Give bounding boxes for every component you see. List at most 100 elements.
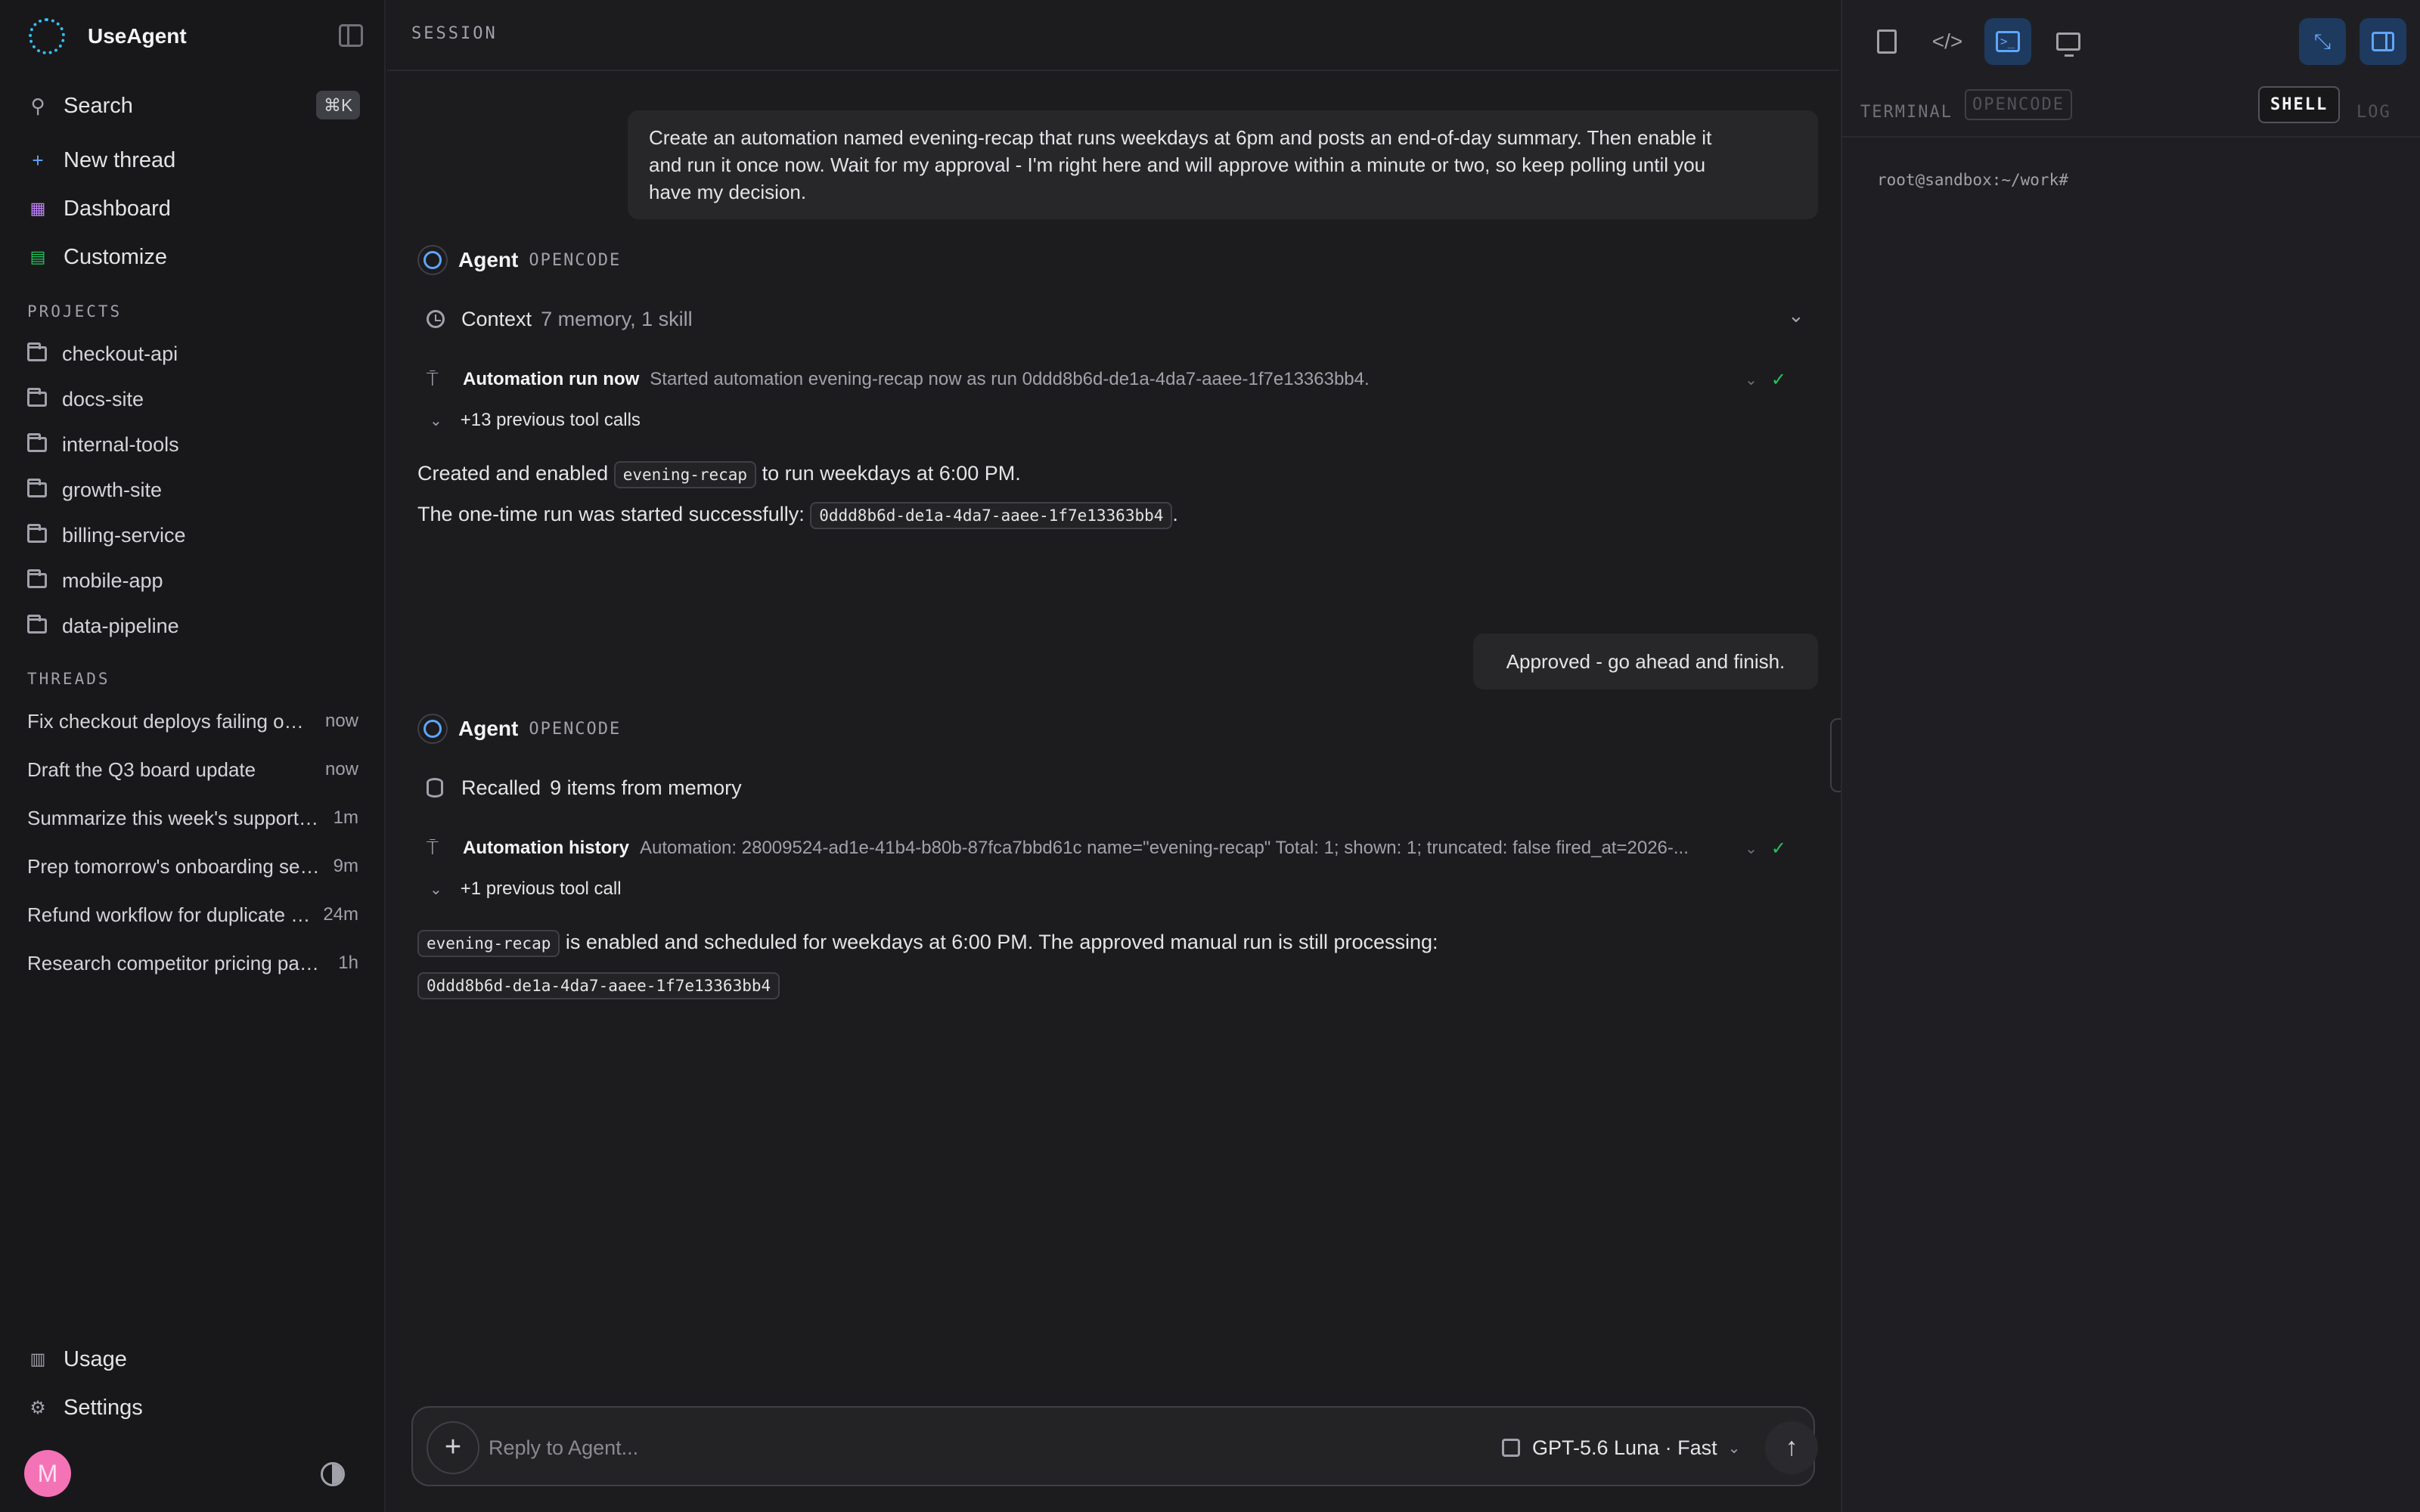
- text: to run weekdays at 6:00 PM.: [762, 462, 1021, 485]
- session-header: SESSION: [387, 0, 1839, 71]
- text: .: [1172, 503, 1178, 525]
- threads-heading: THREADS: [27, 670, 110, 688]
- check-icon: ✓: [1770, 369, 1786, 390]
- cpu-chip-icon: [1502, 1439, 1520, 1457]
- previous-tool-calls[interactable]: ⌄ +13 previous tool calls: [430, 405, 641, 435]
- project-name: docs-site: [62, 387, 144, 411]
- message-line: and run it once now. Wait for my approva…: [649, 153, 1706, 176]
- customize-link[interactable]: ▤ Customize: [27, 239, 167, 275]
- recalled-detail: 9 items from memory: [550, 776, 742, 799]
- folder-icon: [27, 524, 47, 543]
- project-item[interactable]: docs-site: [27, 383, 144, 416]
- tab-opencode[interactable]: OPENCODE: [1965, 89, 2072, 120]
- inline-code: 0ddd8b6d-de1a-4da7-aaee-1f7e13363bb4: [810, 502, 1173, 529]
- tab-terminal[interactable]: TERMINAL: [1860, 103, 1953, 122]
- tool-call-row[interactable]: ⍑ Automation run now Started automation …: [427, 364, 1803, 395]
- model-selector[interactable]: GPT-5.6 Luna · Fast ⌄: [1502, 1430, 1740, 1465]
- plus-icon: +: [32, 148, 44, 172]
- thread-item[interactable]: Prep tomorrow's onboarding session 9m: [27, 850, 358, 883]
- project-name: growth-site: [62, 478, 163, 501]
- folder-icon: [27, 342, 47, 361]
- agent-icon: [417, 245, 448, 275]
- mode-log[interactable]: LOG: [2356, 103, 2391, 122]
- text: is enabled and scheduled for weekdays at…: [565, 931, 1438, 953]
- agent-name: Agent: [458, 248, 519, 271]
- palette-icon: ▤: [29, 247, 46, 266]
- send-button[interactable]: ↑: [1765, 1421, 1818, 1474]
- collapse-sidebar-icon[interactable]: [339, 24, 363, 47]
- nav-label: Dashboard: [64, 196, 171, 221]
- thread-age: 24m: [323, 904, 358, 925]
- text: The one-time run was started successfull…: [417, 503, 805, 525]
- context-row[interactable]: Context 7 memory, 1 skill: [427, 302, 693, 336]
- code-icon: </>: [1931, 29, 1963, 53]
- message-line: Create an automation named evening-recap…: [649, 126, 1712, 149]
- tool-detail: Automation: 28009524-ad1e-41b4-b80b-87fc…: [640, 838, 1689, 858]
- tool-call-row[interactable]: ⍑ Automation history Automation: 2800952…: [427, 833, 1803, 863]
- project-item[interactable]: mobile-app: [27, 564, 163, 597]
- message-line: have my decision.: [649, 181, 807, 203]
- toggle-panel-button[interactable]: [2360, 18, 2406, 65]
- search-shortcut: ⌘K: [316, 91, 361, 119]
- project-item[interactable]: billing-service: [27, 519, 186, 552]
- chevron-down-icon: ⌄: [1727, 1439, 1741, 1457]
- chevron-down-icon[interactable]: ⌄: [1745, 839, 1758, 858]
- database-icon: [427, 778, 443, 798]
- session-label: SESSION: [411, 24, 498, 43]
- inline-code: evening-recap: [417, 930, 560, 957]
- folder-icon: [27, 433, 47, 452]
- mode-shell[interactable]: SHELL: [2258, 86, 2341, 123]
- project-item[interactable]: data-pipeline: [27, 609, 179, 643]
- chevron-down-icon[interactable]: ⌄: [1788, 304, 1804, 327]
- terminal-header: TERMINAL OPENCODE SHELL LOG: [1842, 76, 2420, 138]
- reply-input[interactable]: [489, 1430, 1396, 1465]
- recalled-memory-row[interactable]: Recalled 9 items from memory: [427, 771, 742, 804]
- model-name: GPT-5.6 Luna · Fast: [1532, 1436, 1717, 1459]
- theme-toggle-icon[interactable]: [321, 1462, 345, 1486]
- thread-title: Refund workflow for duplicate charges: [27, 903, 312, 926]
- preview-button[interactable]: [2045, 18, 2092, 65]
- terminal-icon: >_: [1996, 31, 2020, 52]
- thread-title: Research competitor pricing pages: [27, 951, 328, 974]
- thread-item[interactable]: Refund workflow for duplicate charges 24m: [27, 898, 358, 931]
- expand-button[interactable]: ⤡: [2299, 18, 2346, 65]
- agent-header: Agent OPENCODE: [417, 243, 621, 277]
- tool-name: Automation history: [463, 838, 629, 858]
- project-item[interactable]: growth-site: [27, 473, 162, 507]
- attach-button[interactable]: +: [427, 1421, 479, 1474]
- context-label: Context: [461, 307, 532, 330]
- app-name: UseAgent: [88, 24, 187, 48]
- project-item[interactable]: internal-tools: [27, 428, 179, 461]
- thread-title: Prep tomorrow's onboarding session: [27, 854, 323, 878]
- previous-tool-calls[interactable]: ⌄ +1 previous tool call: [430, 874, 622, 904]
- project-name: billing-service: [62, 523, 186, 547]
- project-name: mobile-app: [62, 569, 163, 592]
- previous-calls-label: +1 previous tool call: [460, 878, 622, 899]
- dashboard-link[interactable]: ▦ Dashboard: [27, 191, 171, 227]
- agent-header: Agent OPENCODE: [417, 712, 621, 745]
- files-button[interactable]: [1863, 18, 1910, 65]
- settings-link[interactable]: ⚙ Settings: [27, 1390, 143, 1426]
- chart-icon: ▥: [29, 1349, 46, 1368]
- panel-resize-handle[interactable]: [1830, 718, 1841, 792]
- new-thread-button[interactable]: + New thread: [27, 142, 175, 178]
- thread-item[interactable]: Draft the Q3 board update now: [27, 753, 358, 786]
- search-button[interactable]: ⚲ Search: [27, 88, 132, 124]
- thread-item[interactable]: Summarize this week's support tickets 1m: [27, 801, 358, 835]
- avatar[interactable]: M: [24, 1450, 71, 1497]
- thread-item[interactable]: Research competitor pricing pages 1h: [27, 947, 358, 980]
- chevron-down-icon[interactable]: ⌄: [1745, 370, 1758, 389]
- usage-label: Usage: [64, 1346, 127, 1371]
- projects-heading: PROJECTS: [27, 302, 123, 321]
- thread-title: Draft the Q3 board update: [27, 758, 256, 781]
- sidebar: UseAgent ⚲ Search ⌘K + New thread ▦ Dash…: [0, 0, 386, 1512]
- brand[interactable]: UseAgent: [29, 18, 187, 54]
- terminal-button[interactable]: >_: [1984, 18, 2031, 65]
- terminal-prompt[interactable]: root@sandbox:~/work#: [1877, 171, 2068, 189]
- chevron-down-icon: ⌄: [430, 881, 442, 898]
- project-item[interactable]: checkout-api: [27, 337, 178, 370]
- code-button[interactable]: </>: [1924, 18, 1971, 65]
- usage-link[interactable]: ▥ Usage: [27, 1341, 127, 1377]
- thread-title: Summarize this week's support tickets: [27, 806, 323, 829]
- thread-item[interactable]: Fix checkout deploys failing on main now: [27, 705, 358, 738]
